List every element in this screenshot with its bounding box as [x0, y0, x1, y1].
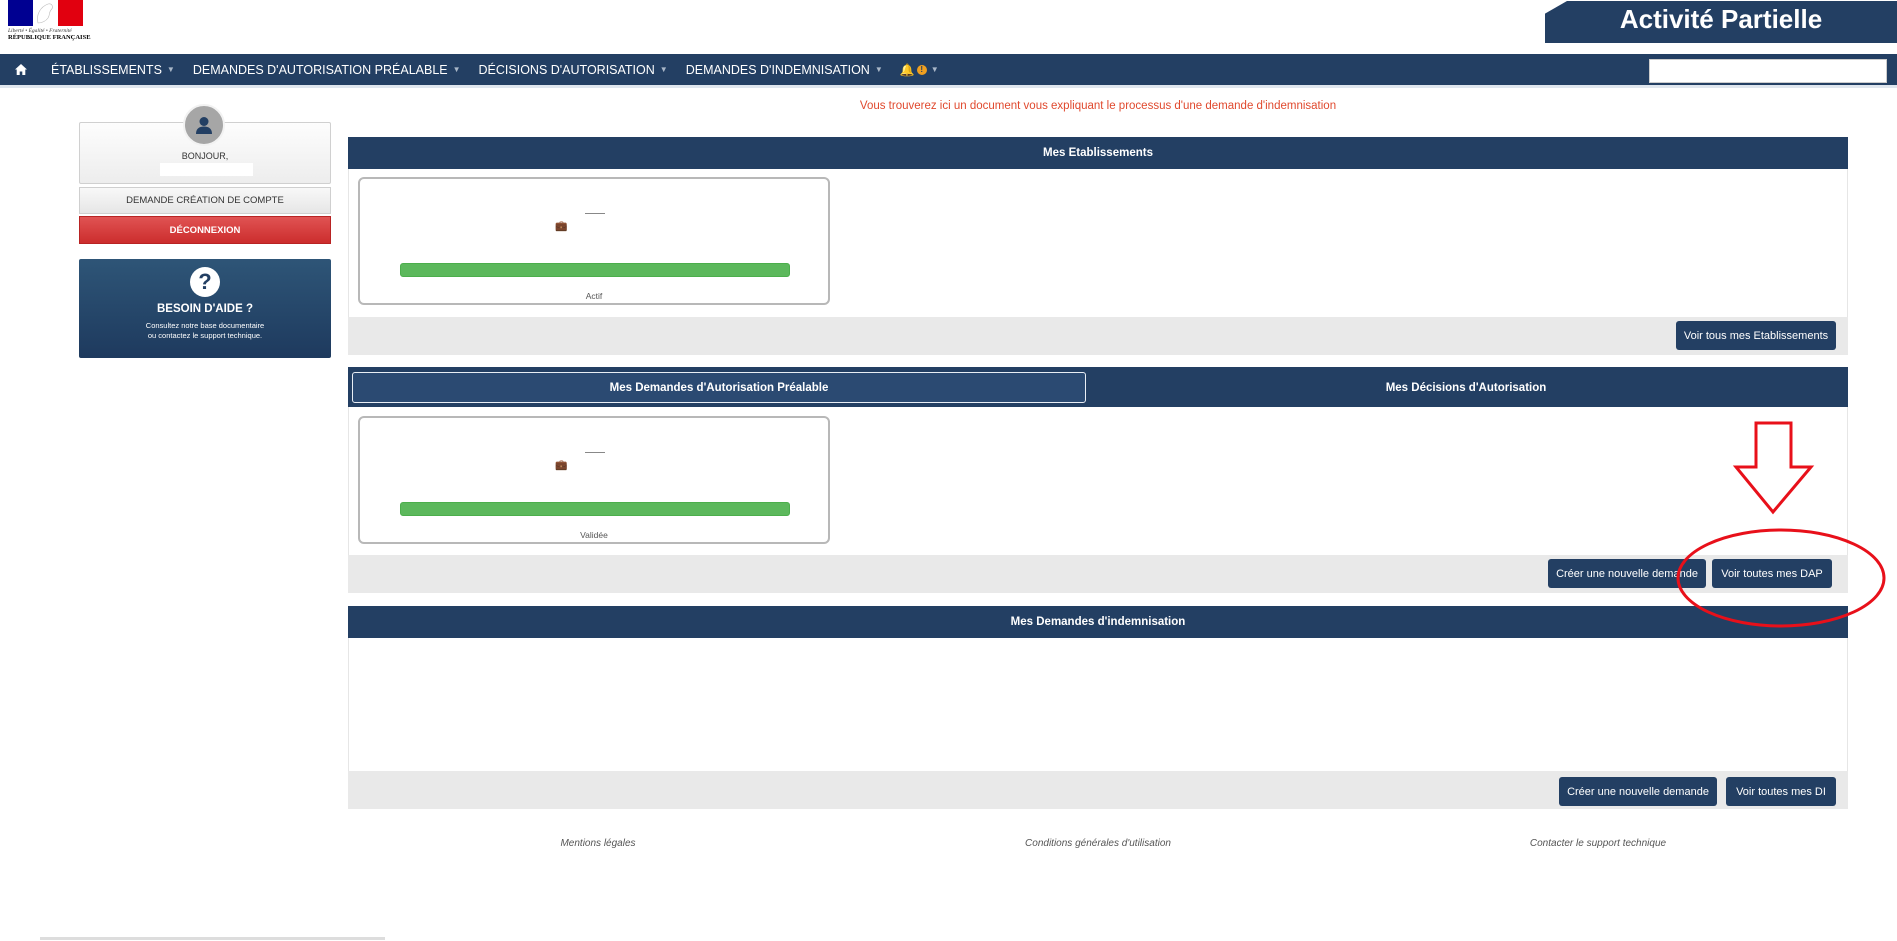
briefcase-icon: 💼 — [555, 460, 568, 471]
caret-down-icon: ▼ — [930, 65, 939, 74]
help-card[interactable]: ? BESOIN D'AIDE ? Consultez notre base d… — [79, 259, 331, 358]
republique-francaise-logo[interactable]: Liberté • Égalité • Fraternité RÉPUBLIQU… — [8, 0, 91, 44]
logo-republic-text: RÉPUBLIQUE FRANÇAISE — [8, 34, 91, 41]
horizontal-scrollbar[interactable] — [40, 937, 385, 940]
tab-demandes-autorisation[interactable]: Mes Demandes d'Autorisation Préalable — [352, 372, 1086, 403]
card-title-placeholder — [585, 452, 605, 453]
establishments-panel-footer: Voir tous mes Etablissements — [348, 317, 1848, 355]
caret-down-icon: ▼ — [659, 65, 668, 74]
view-all-di-button[interactable]: Voir toutes mes DI — [1726, 777, 1836, 806]
notifications-menu[interactable]: 🔔 ! ▼ — [892, 53, 947, 87]
authorization-request-card[interactable]: 💼 Validée — [358, 416, 830, 544]
nav-demandes-indemnisation[interactable]: DEMANDES D'INDEMNISATION ▼ — [677, 53, 892, 87]
establishment-status: Actif — [585, 291, 603, 301]
greeting-text: BONJOUR, — [181, 151, 229, 161]
create-account-button[interactable]: DEMANDE CRÉATION DE COMPTE — [79, 187, 331, 214]
establishments-panel-body: 💼 Actif — [348, 169, 1848, 317]
card-title-placeholder — [585, 213, 605, 214]
create-di-button[interactable]: Créer une nouvelle demande — [1559, 777, 1717, 806]
status-progress-bar — [400, 502, 790, 516]
user-avatar-icon — [183, 104, 225, 146]
legal-notice-link[interactable]: Mentions légales — [448, 838, 748, 849]
nav-decisions-autorisation[interactable]: DÉCISIONS D'AUTORISATION ▼ — [470, 53, 677, 87]
question-icon: ? — [190, 267, 220, 297]
caret-down-icon: ▼ — [874, 65, 883, 74]
app-title: Activité Partielle — [1619, 4, 1823, 34]
caret-down-icon: ▼ — [452, 65, 461, 74]
view-all-dap-button[interactable]: Voir toutes mes DAP — [1712, 559, 1832, 588]
nav-etablissements[interactable]: ÉTABLISSEMENTS ▼ — [42, 53, 184, 87]
view-all-establishments-button[interactable]: Voir tous mes Etablissements — [1676, 321, 1836, 350]
username-display — [160, 163, 253, 176]
marianne-icon — [37, 3, 53, 24]
main-navbar: ÉTABLISSEMENTS ▼ DEMANDES D'AUTORISATION … — [0, 54, 1897, 88]
authorizations-panel-body: 💼 Validée — [348, 407, 1848, 555]
nav-etablissements-label: ÉTABLISSEMENTS — [51, 62, 162, 77]
briefcase-icon: 💼 — [555, 221, 568, 232]
tab-decisions-autorisation[interactable]: Mes Décisions d'Autorisation — [1088, 372, 1844, 403]
footer-links: Mentions légales Conditions générales d'… — [348, 838, 1848, 849]
caret-down-icon: ▼ — [166, 65, 175, 74]
nav-demandes-autorisation-label: DEMANDES D'AUTORISATION PRÉALABLE — [192, 62, 448, 77]
bell-icon: 🔔 — [899, 62, 915, 77]
help-text: Consultez notre base documentaire ou con… — [79, 321, 331, 341]
logout-button[interactable]: DÉCONNEXION — [79, 216, 331, 244]
establishment-card[interactable]: 💼 Actif — [358, 177, 830, 305]
help-title: BESOIN D'AIDE ? — [156, 303, 254, 315]
notifications-badge: ! — [916, 64, 927, 75]
terms-link[interactable]: Conditions générales d'utilisation — [948, 838, 1248, 849]
top-header: Liberté • Égalité • Fraternité RÉPUBLIQU… — [0, 0, 1897, 54]
process-document-link[interactable]: Vous trouverez ici un document vous expl… — [348, 100, 1848, 112]
nav-demandes-autorisation[interactable]: DEMANDES D'AUTORISATION PRÉALABLE ▼ — [184, 53, 470, 87]
help-text-line1: Consultez notre base documentaire — [145, 321, 265, 330]
home-icon[interactable] — [0, 53, 42, 87]
status-progress-bar — [400, 263, 790, 277]
authorizations-panel-footer: Créer une nouvelle demande Voir toutes m… — [348, 555, 1848, 593]
establishments-panel-header: Mes Etablissements — [348, 137, 1848, 169]
nav-decisions-autorisation-label: DÉCISIONS D'AUTORISATION — [478, 62, 655, 77]
help-text-line2: ou contactez le support technique. — [147, 331, 263, 340]
indemnities-panel-body — [348, 638, 1848, 771]
search-input[interactable] — [1649, 59, 1887, 83]
indemnities-panel-footer: Créer une nouvelle demande Voir toutes m… — [348, 771, 1848, 809]
indemnities-panel-header: Mes Demandes d'indemnisation — [348, 606, 1848, 638]
create-dap-button[interactable]: Créer une nouvelle demande — [1548, 559, 1706, 588]
authorizations-tabs: Mes Demandes d'Autorisation Préalable Me… — [348, 367, 1848, 407]
nav-demandes-indemnisation-label: DEMANDES D'INDEMNISATION — [685, 62, 870, 77]
authorization-status: Validée — [580, 530, 608, 540]
support-link[interactable]: Contacter le support technique — [1448, 838, 1748, 849]
